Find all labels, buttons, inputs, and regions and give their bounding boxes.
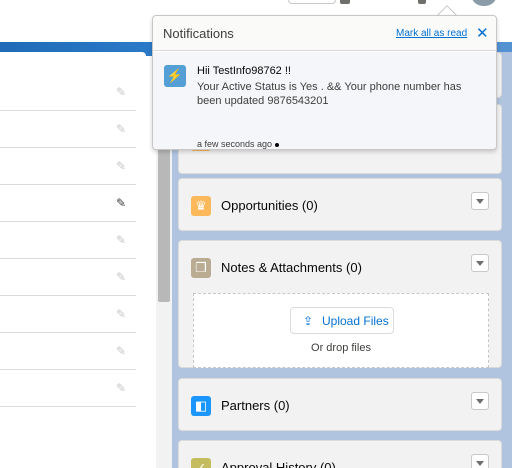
notification-timestamp: a few seconds ago [197, 139, 273, 149]
detail-field-row: ✎ [0, 148, 136, 185]
card-header: ❐ Notes & Attachments (0) [179, 241, 501, 295]
scrollbar-thumb[interactable] [158, 142, 170, 302]
detail-field-row: ✎ [0, 185, 136, 222]
opportunities-card: ♛ Opportunities (0) [178, 178, 502, 231]
pencil-icon[interactable]: ✎ [116, 345, 128, 357]
header-button[interactable] [288, 0, 336, 4]
notes-attachments-title[interactable]: Notes & Attachments (0) [221, 258, 362, 278]
detail-field-row: ✎ [0, 333, 136, 370]
partners-card: ◧ Partners (0) [178, 378, 502, 431]
approval-history-card: ✓ Approval History (0) [178, 440, 502, 468]
upload-icon: ⇪ [303, 314, 314, 328]
pencil-icon[interactable]: ✎ [116, 234, 128, 246]
avatar[interactable] [472, 0, 496, 6]
crown-icon: ♛ [191, 196, 211, 216]
card-header: ◧ Partners (0) [179, 379, 501, 433]
pencil-icon[interactable]: ✎ [116, 271, 128, 283]
header-icon[interactable] [340, 0, 350, 4]
notifications-title: Notifications [163, 26, 234, 41]
approval-icon: ✓ [191, 458, 211, 468]
detail-field-row: ✎ [0, 222, 136, 259]
card-header: ♛ Opportunities (0) [179, 179, 501, 233]
pencil-icon[interactable]: ✎ [116, 160, 128, 172]
notifications-panel: Notifications Mark all as read ✕ ⚡ Hii T… [152, 15, 497, 150]
card-menu-button[interactable] [471, 392, 489, 410]
header-icon[interactable] [418, 0, 426, 4]
upload-files-button[interactable]: ⇪ Upload Files [290, 307, 394, 334]
detail-field-row: ✎ [0, 370, 136, 407]
pencil-icon[interactable]: ✎ [116, 86, 128, 98]
notes-attachments-card: ❐ Notes & Attachments (0) ⇪ Upload Files… [178, 240, 502, 368]
upload-files-label: Upload Files [322, 314, 389, 328]
lightning-bolt-icon: ⚡ [164, 65, 186, 87]
drop-files-text: Or drop files [311, 342, 371, 354]
notification-time: a few seconds ago [197, 139, 280, 149]
record-detail-panel: ✎ ✎ ✎ ✎ ✎ ✎ ✎ ✎ ✎ [0, 52, 146, 468]
detail-field-row: ✎ [0, 259, 136, 296]
card-header: ✓ Approval History (0) [179, 441, 501, 468]
file-drop-zone[interactable]: ⇪ Upload Files Or drop files [193, 293, 489, 368]
partners-icon: ◧ [191, 396, 211, 416]
card-menu-button[interactable] [471, 254, 489, 272]
approval-history-title[interactable]: Approval History (0) [221, 458, 336, 468]
opportunities-title[interactable]: Opportunities (0) [221, 196, 318, 216]
detail-field-row: ✎ [0, 111, 136, 148]
unread-dot-icon [275, 142, 280, 147]
notification-item[interactable]: ⚡ Hii TestInfo98762 !! Your Active Statu… [153, 52, 496, 149]
card-menu-button[interactable] [471, 192, 489, 210]
detail-field-row: ✎ [0, 296, 136, 333]
partners-title[interactable]: Partners (0) [221, 396, 290, 416]
mark-all-read-link[interactable]: Mark all as read [396, 28, 467, 39]
pencil-icon[interactable]: ✎ [116, 123, 128, 135]
close-icon[interactable]: ✕ [476, 24, 489, 42]
notification-body: Your Active Status is Yes . && Your phon… [197, 81, 462, 107]
pencil-icon[interactable]: ✎ [116, 197, 128, 209]
notifications-header: Notifications Mark all as read ✕ [153, 16, 496, 51]
detail-field-row: ✎ [0, 74, 136, 111]
pencil-icon[interactable]: ✎ [116, 308, 128, 320]
card-menu-button[interactable] [471, 454, 489, 468]
notification-heading: Hii TestInfo98762 !! [197, 65, 291, 77]
pencil-icon[interactable]: ✎ [116, 382, 128, 394]
notes-icon: ❐ [191, 258, 211, 278]
